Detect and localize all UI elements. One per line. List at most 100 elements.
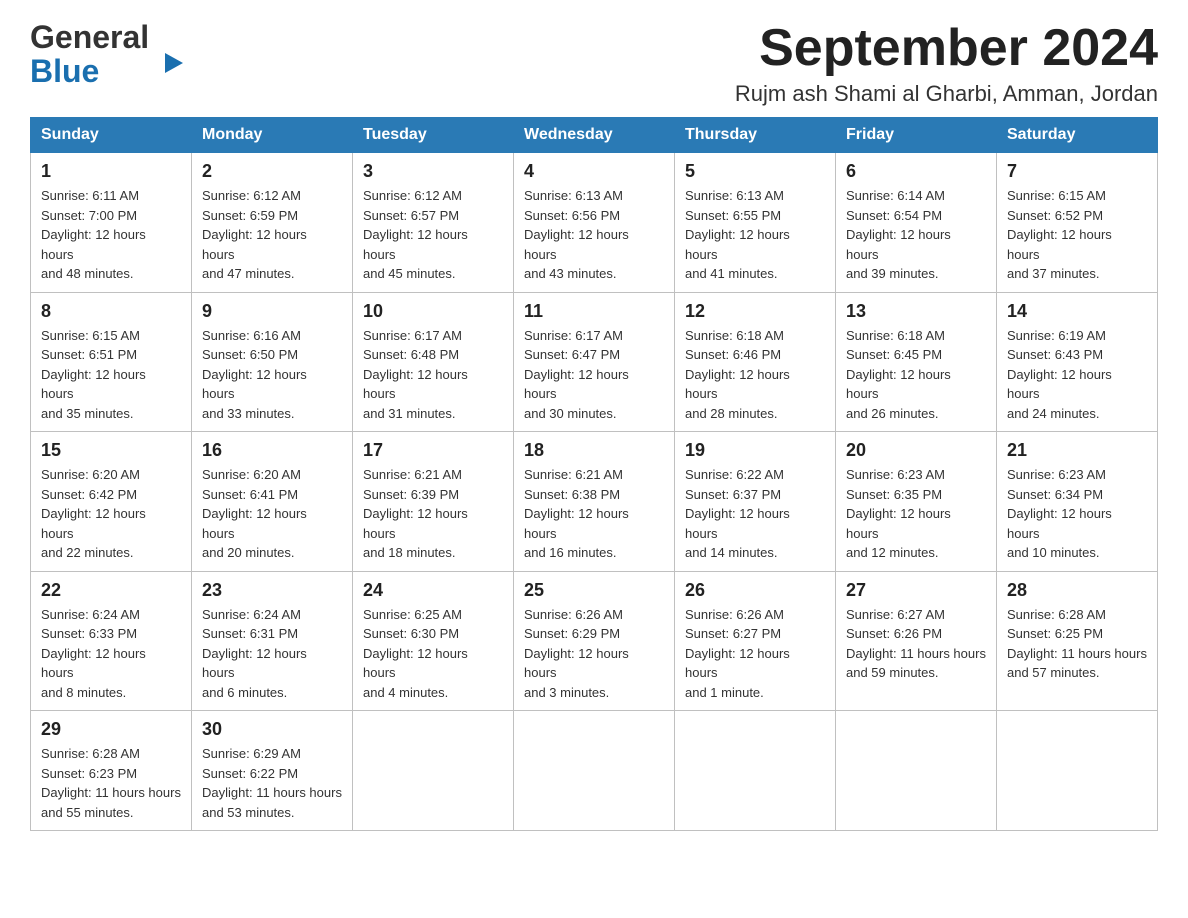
day-number: 13 xyxy=(846,301,986,322)
logo-blue-text: Blue xyxy=(30,53,99,89)
day-info: Sunrise: 6:15 AMSunset: 6:52 PMDaylight:… xyxy=(1007,186,1147,284)
calendar-cell: 9 Sunrise: 6:16 AMSunset: 6:50 PMDaylight… xyxy=(192,292,353,432)
day-header-tuesday: Tuesday xyxy=(353,118,514,153)
title-block: September 2024 Rujm ash Shami al Gharbi,… xyxy=(735,20,1158,107)
day-header-monday: Monday xyxy=(192,118,353,153)
calendar-cell: 4Sunrise: 6:13 AMSunset: 6:56 PMDaylight… xyxy=(514,153,675,293)
logo-general-text: General xyxy=(30,20,149,55)
day-info: Sunrise: 6:17 AMSunset: 6:48 PMDaylight:… xyxy=(363,326,503,424)
day-header-sunday: Sunday xyxy=(31,118,192,153)
calendar-cell: 5 Sunrise: 6:13 AMSunset: 6:55 PMDaylight… xyxy=(675,153,836,293)
day-info: Sunrise: 6:16 AMSunset: 6:50 PMDaylight:… xyxy=(202,326,342,424)
calendar-cell: 25 Sunrise: 6:26 AMSunset: 6:29 PMDayligh… xyxy=(514,571,675,711)
day-number: 9 xyxy=(202,301,342,322)
calendar-cell: 22 Sunrise: 6:24 AMSunset: 6:33 PMDayligh… xyxy=(31,571,192,711)
calendar-cell: 27 Sunrise: 6:27 AMSunset: 6:26 PMDayligh… xyxy=(836,571,997,711)
calendar-week-row: 22 Sunrise: 6:24 AMSunset: 6:33 PMDayligh… xyxy=(31,571,1158,711)
day-info: Sunrise: 6:23 AMSunset: 6:34 PMDaylight:… xyxy=(1007,465,1147,563)
day-number: 4 xyxy=(524,161,664,182)
calendar-cell: 14Sunrise: 6:19 AMSunset: 6:43 PMDayligh… xyxy=(997,292,1158,432)
day-number: 23 xyxy=(202,580,342,601)
day-info: Sunrise: 6:26 AMSunset: 6:29 PMDaylight:… xyxy=(524,605,664,703)
day-info: Sunrise: 6:15 AMSunset: 6:51 PMDaylight:… xyxy=(41,326,181,424)
day-info: Sunrise: 6:18 AMSunset: 6:45 PMDaylight:… xyxy=(846,326,986,424)
calendar-cell xyxy=(353,711,514,831)
calendar-cell: 18Sunrise: 6:21 AMSunset: 6:38 PMDayligh… xyxy=(514,432,675,572)
calendar-cell: 17 Sunrise: 6:21 AMSunset: 6:39 PMDayligh… xyxy=(353,432,514,572)
day-number: 6 xyxy=(846,161,986,182)
day-number: 2 xyxy=(202,161,342,182)
day-number: 27 xyxy=(846,580,986,601)
day-info: Sunrise: 6:21 AMSunset: 6:39 PMDaylight:… xyxy=(363,465,503,563)
day-info: Sunrise: 6:20 AMSunset: 6:42 PMDaylight:… xyxy=(41,465,181,563)
calendar-cell: 28 Sunrise: 6:28 AMSunset: 6:25 PMDayligh… xyxy=(997,571,1158,711)
day-info: Sunrise: 6:28 AMSunset: 6:23 PMDaylight:… xyxy=(41,744,181,822)
calendar-cell: 26 Sunrise: 6:26 AMSunset: 6:27 PMDayligh… xyxy=(675,571,836,711)
calendar-cell: 16 Sunrise: 6:20 AMSunset: 6:41 PMDayligh… xyxy=(192,432,353,572)
day-info: Sunrise: 6:25 AMSunset: 6:30 PMDaylight:… xyxy=(363,605,503,703)
day-number: 16 xyxy=(202,440,342,461)
day-number: 12 xyxy=(685,301,825,322)
day-number: 3 xyxy=(363,161,503,182)
calendar-cell xyxy=(836,711,997,831)
day-number: 21 xyxy=(1007,440,1147,461)
day-number: 22 xyxy=(41,580,181,601)
day-info: Sunrise: 6:23 AMSunset: 6:35 PMDaylight:… xyxy=(846,465,986,563)
day-number: 10 xyxy=(363,301,503,322)
day-info: Sunrise: 6:11 AMSunset: 7:00 PMDaylight:… xyxy=(41,186,181,284)
day-number: 26 xyxy=(685,580,825,601)
location: Rujm ash Shami al Gharbi, Amman, Jordan xyxy=(735,81,1158,107)
calendar-cell: 3Sunrise: 6:12 AMSunset: 6:57 PMDaylight… xyxy=(353,153,514,293)
calendar-week-row: 1 Sunrise: 6:11 AMSunset: 7:00 PMDaylight… xyxy=(31,153,1158,293)
day-number: 25 xyxy=(524,580,664,601)
day-info: Sunrise: 6:20 AMSunset: 6:41 PMDaylight:… xyxy=(202,465,342,563)
month-year: September 2024 xyxy=(735,20,1158,77)
calendar-cell: 20 Sunrise: 6:23 AMSunset: 6:35 PMDayligh… xyxy=(836,432,997,572)
calendar-cell: 7Sunrise: 6:15 AMSunset: 6:52 PMDaylight… xyxy=(997,153,1158,293)
calendar-cell: 13 Sunrise: 6:18 AMSunset: 6:45 PMDayligh… xyxy=(836,292,997,432)
calendar-cell xyxy=(675,711,836,831)
day-number: 28 xyxy=(1007,580,1147,601)
day-number: 20 xyxy=(846,440,986,461)
day-number: 15 xyxy=(41,440,181,461)
calendar-cell: 8 Sunrise: 6:15 AMSunset: 6:51 PMDaylight… xyxy=(31,292,192,432)
day-info: Sunrise: 6:26 AMSunset: 6:27 PMDaylight:… xyxy=(685,605,825,703)
day-number: 29 xyxy=(41,719,181,740)
calendar-table: SundayMondayTuesdayWednesdayThursdayFrid… xyxy=(30,117,1158,831)
day-number: 11 xyxy=(524,301,664,322)
day-number: 17 xyxy=(363,440,503,461)
day-number: 5 xyxy=(685,161,825,182)
day-info: Sunrise: 6:12 AMSunset: 6:59 PMDaylight:… xyxy=(202,186,342,284)
day-info: Sunrise: 6:21 AMSunset: 6:38 PMDaylight:… xyxy=(524,465,664,563)
day-number: 19 xyxy=(685,440,825,461)
day-header-friday: Friday xyxy=(836,118,997,153)
day-number: 30 xyxy=(202,719,342,740)
calendar-cell: 6 Sunrise: 6:14 AMSunset: 6:54 PMDaylight… xyxy=(836,153,997,293)
calendar-cell: 19 Sunrise: 6:22 AMSunset: 6:37 PMDayligh… xyxy=(675,432,836,572)
calendar-cell: 1 Sunrise: 6:11 AMSunset: 7:00 PMDaylight… xyxy=(31,153,192,293)
day-header-saturday: Saturday xyxy=(997,118,1158,153)
calendar-week-row: 29 Sunrise: 6:28 AMSunset: 6:23 PMDayligh… xyxy=(31,711,1158,831)
calendar-cell: 15 Sunrise: 6:20 AMSunset: 6:42 PMDayligh… xyxy=(31,432,192,572)
day-info: Sunrise: 6:14 AMSunset: 6:54 PMDaylight:… xyxy=(846,186,986,284)
logo: General Blue xyxy=(30,20,165,87)
calendar-cell: 11Sunrise: 6:17 AMSunset: 6:47 PMDayligh… xyxy=(514,292,675,432)
day-info: Sunrise: 6:18 AMSunset: 6:46 PMDaylight:… xyxy=(685,326,825,424)
calendar-header-row: SundayMondayTuesdayWednesdayThursdayFrid… xyxy=(31,118,1158,153)
day-info: Sunrise: 6:24 AMSunset: 6:33 PMDaylight:… xyxy=(41,605,181,703)
day-info: Sunrise: 6:13 AMSunset: 6:55 PMDaylight:… xyxy=(685,186,825,284)
calendar-cell: 21 Sunrise: 6:23 AMSunset: 6:34 PMDayligh… xyxy=(997,432,1158,572)
calendar-cell: 12 Sunrise: 6:18 AMSunset: 6:46 PMDayligh… xyxy=(675,292,836,432)
day-info: Sunrise: 6:22 AMSunset: 6:37 PMDaylight:… xyxy=(685,465,825,563)
day-number: 8 xyxy=(41,301,181,322)
day-number: 24 xyxy=(363,580,503,601)
calendar-cell xyxy=(997,711,1158,831)
day-header-thursday: Thursday xyxy=(675,118,836,153)
calendar-week-row: 8 Sunrise: 6:15 AMSunset: 6:51 PMDaylight… xyxy=(31,292,1158,432)
day-number: 14 xyxy=(1007,301,1147,322)
day-info: Sunrise: 6:27 AMSunset: 6:26 PMDaylight:… xyxy=(846,605,986,683)
calendar-week-row: 15 Sunrise: 6:20 AMSunset: 6:42 PMDayligh… xyxy=(31,432,1158,572)
calendar-cell: 30Sunrise: 6:29 AMSunset: 6:22 PMDayligh… xyxy=(192,711,353,831)
day-info: Sunrise: 6:28 AMSunset: 6:25 PMDaylight:… xyxy=(1007,605,1147,683)
day-number: 1 xyxy=(41,161,181,182)
